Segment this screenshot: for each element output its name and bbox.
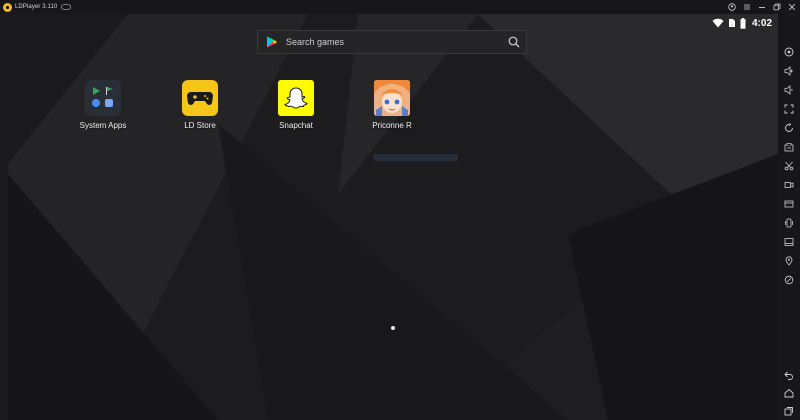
volume-down-icon[interactable] — [783, 84, 795, 96]
wifi-icon — [712, 18, 724, 28]
gamepad-icon[interactable] — [61, 4, 72, 10]
app-priconne-r[interactable]: Priconne R — [352, 80, 432, 130]
app-system-apps[interactable]: System Apps — [63, 80, 143, 130]
fullscreen-icon[interactable] — [783, 103, 795, 115]
close-icon[interactable] — [787, 3, 796, 12]
emulator-screen[interactable]: ! 4:02 Search games System Apps LD Store… — [8, 14, 778, 420]
home-icon[interactable] — [783, 387, 795, 399]
snapchat-icon[interactable] — [278, 80, 314, 116]
search-icon[interactable] — [508, 36, 520, 48]
faint-overlay-bar — [374, 154, 458, 161]
apk-install-icon[interactable] — [783, 141, 795, 153]
app-ld-store[interactable]: LD Store — [160, 80, 240, 130]
settings-menu-icon[interactable] — [742, 3, 751, 12]
record-icon[interactable] — [783, 179, 795, 191]
scissors-icon[interactable] — [783, 160, 795, 172]
ld-store-icon[interactable] — [182, 80, 218, 116]
app-label: LD Store — [184, 121, 216, 130]
multi-window-icon[interactable] — [783, 236, 795, 248]
page-indicator-dot[interactable] — [391, 326, 395, 330]
wallpaper — [8, 14, 778, 420]
svg-text:!: ! — [731, 22, 732, 27]
priconne-r-icon[interactable] — [374, 80, 410, 116]
keyboard-mapping-icon[interactable] — [783, 46, 795, 58]
volume-up-icon[interactable] — [783, 65, 795, 77]
battery-icon — [740, 17, 746, 29]
google-play-icon — [267, 36, 278, 48]
search-input[interactable]: Search games — [286, 37, 508, 47]
screenshot-icon[interactable] — [783, 198, 795, 210]
app-label: Snapchat — [279, 121, 313, 130]
window-controls — [727, 0, 796, 14]
app-snapchat[interactable]: Snapchat — [256, 80, 336, 130]
app-label: System Apps — [79, 121, 127, 130]
right-toolbar — [778, 14, 800, 420]
account-icon[interactable] — [727, 3, 736, 12]
recent-apps-icon[interactable] — [783, 405, 795, 417]
window-title: LDPlayer 3.110 — [15, 4, 58, 10]
ldplayer-logo-icon — [3, 2, 12, 12]
app-label: Priconne R — [372, 121, 412, 130]
rotate-icon[interactable] — [783, 274, 795, 286]
title-bar: LDPlayer 3.110 — [0, 0, 800, 14]
system-apps-icon[interactable] — [85, 80, 121, 116]
clock: 4:02 — [751, 17, 772, 29]
location-icon[interactable] — [783, 255, 795, 267]
sim-icon: ! — [728, 19, 735, 27]
back-icon[interactable] — [783, 369, 795, 381]
sync-icon[interactable] — [783, 122, 795, 134]
shake-icon[interactable] — [783, 217, 795, 229]
status-bar: ! 4:02 — [712, 14, 772, 32]
minimize-icon[interactable] — [757, 3, 766, 12]
search-bar[interactable]: Search games — [257, 30, 527, 54]
restore-icon[interactable] — [772, 3, 781, 12]
